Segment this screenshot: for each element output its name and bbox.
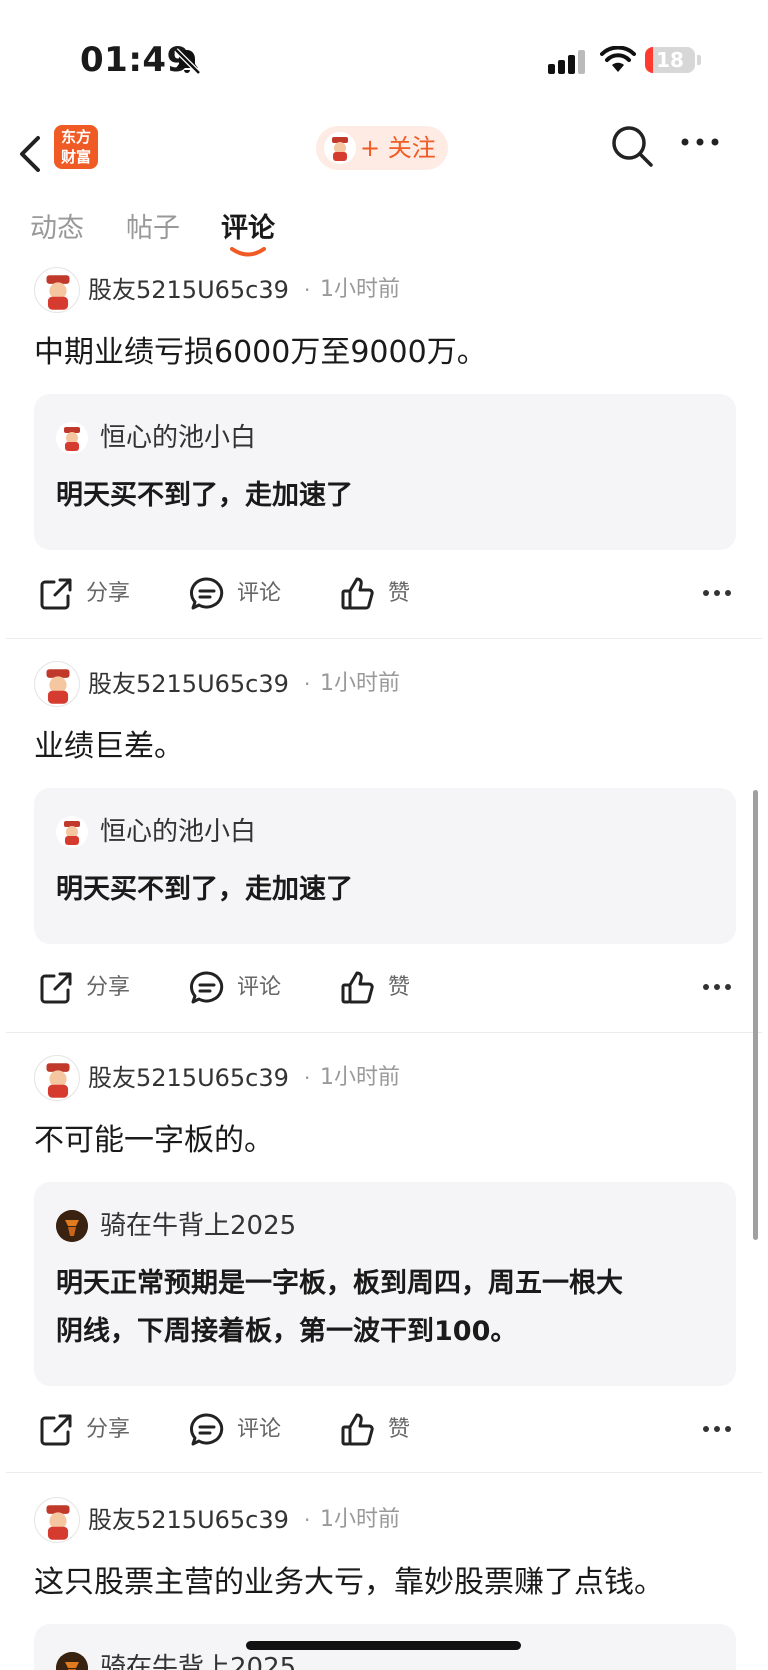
comment-bubble-icon [190,971,224,1004]
post-time: 1小时前 [320,277,400,302]
home-indicator[interactable] [246,1641,521,1650]
avatar [56,422,88,454]
username[interactable]: 股友5215U65c39 [88,661,289,707]
battery-level: 18 [656,48,684,72]
avatar [56,1652,88,1670]
username[interactable]: 股友5215U65c39 [88,267,289,313]
back-arrow-icon[interactable] [14,130,48,178]
quoted-username[interactable]: 恒心的池小白 [100,418,256,458]
bull-avatar-icon [56,1652,88,1670]
post-time: 1小时前 [320,1065,400,1090]
quoted-text: 明天正常预期是一字板，板到周四，周五一根大 阴线，下周接着板，第一波干到100。 [56,1268,623,1347]
cellular-signal-icon [548,50,585,74]
comment-text: 业绩巨差。 [34,729,184,764]
tab-posts[interactable]: 帖子 [126,206,180,245]
follow-label: + 关注 [360,134,436,162]
share-icon [40,578,72,610]
post-time: 1小时前 [320,1507,400,1532]
follow-button[interactable]: + 关注 [316,126,448,170]
active-tab-indicator [230,247,266,257]
share-icon [40,1414,72,1446]
comment-text: 不可能一字板的。 [34,1123,274,1158]
status-bar: 01:49 18 [0,0,768,120]
more-options-icon[interactable] [702,982,732,992]
battery-icon: 18 [645,47,695,73]
caishen-avatar-icon [64,427,80,451]
comment-bubble-icon [190,577,224,610]
caishen-avatar-icon [324,132,356,164]
avatar [56,816,88,848]
caishen-avatar-icon [46,1505,70,1540]
top-nav-bar: 东方 财富 + 关注 [0,120,768,210]
tab-bar: 动态 帖子 评论 [0,200,768,260]
comment-text: 中期业绩亏损6000万至9000万。 [34,335,487,370]
wifi-icon [600,46,636,72]
divider [6,1032,762,1033]
caishen-avatar-icon [46,669,70,704]
tab-dynamics[interactable]: 动态 [30,206,84,245]
bull-avatar-icon [56,1210,88,1242]
quoted-post[interactable]: 恒心的池小白 明天买不到了，走加速了 [34,394,736,550]
app-logo[interactable]: 东方 财富 [54,125,98,169]
thumbs-up-icon [341,577,374,610]
divider [6,638,762,639]
divider [6,1472,762,1473]
tab-comments[interactable]: 评论 [221,206,275,245]
caishen-avatar-icon [46,1063,70,1098]
username[interactable]: 股友5215U65c39 [88,1497,289,1543]
quoted-text: 明天买不到了，走加速了 [56,874,353,905]
quoted-post[interactable]: 恒心的池小白 明天买不到了，走加速了 [34,788,736,944]
thumbs-up-icon [341,971,374,1004]
scrollbar[interactable] [753,790,758,1240]
bell-muted-icon [174,48,201,75]
avatar[interactable] [34,1055,80,1101]
quoted-username[interactable]: 恒心的池小白 [100,812,256,852]
post-time: 1小时前 [320,671,400,696]
thumbs-up-icon [341,1413,374,1446]
comment-text: 这只股票主营的业务大亏，靠妙股票赚了点钱。 [34,1565,664,1600]
stock-avatar [324,132,356,164]
more-options-icon[interactable] [702,588,732,598]
search-icon[interactable] [610,124,654,168]
avatar[interactable] [34,267,80,313]
caishen-avatar-icon [46,275,70,310]
caishen-avatar-icon [64,821,80,845]
share-icon [40,972,72,1004]
avatar[interactable] [34,1497,80,1543]
more-options-icon[interactable] [680,136,720,148]
comment-bubble-icon [190,1413,224,1446]
quoted-username[interactable]: 骑在牛背上2025 [100,1206,296,1246]
avatar [56,1210,88,1242]
quoted-post[interactable]: 骑在牛背上2025 明天正常预期是一字板，板到周四，周五一根大 阴线，下周接着板… [34,1182,736,1386]
username[interactable]: 股友5215U65c39 [88,1055,289,1101]
more-options-icon[interactable] [702,1424,732,1434]
avatar[interactable] [34,661,80,707]
quoted-text: 明天买不到了，走加速了 [56,480,353,511]
quoted-username[interactable]: 骑在牛背上2025 [100,1648,296,1670]
